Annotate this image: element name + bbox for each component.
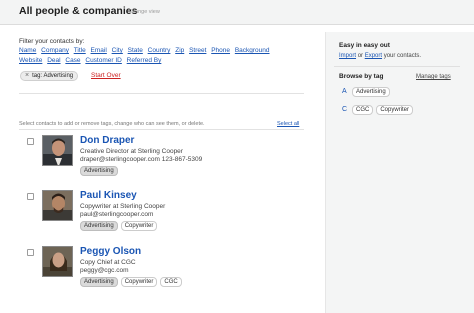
contact-details: paul@sterlingcooper.com [80, 211, 154, 218]
contact-details: peggy@cgc.com [80, 267, 129, 274]
tag-advertising[interactable]: Advertising [80, 277, 118, 287]
import-export-text: Import or Export your contacts. [339, 53, 421, 59]
filter-title[interactable]: Title [74, 47, 86, 54]
import-export-or: or [357, 53, 364, 59]
filter-deal[interactable]: Deal [47, 57, 60, 64]
page-title: All people & companies [19, 5, 138, 17]
divider [19, 129, 304, 130]
filter-country[interactable]: Country [148, 47, 171, 54]
active-filter-pill: × tag: Advertising [20, 71, 79, 81]
tag-letter-c[interactable]: C [342, 106, 347, 113]
filter-company[interactable]: Company [41, 47, 69, 54]
page-header: All people & companies Change view [0, 0, 474, 25]
contact-title: Copywriter at Sterling Cooper [80, 203, 166, 210]
start-over-link[interactable]: Start Over [91, 72, 121, 79]
tag-letter-a[interactable]: A [342, 88, 347, 95]
contact-tags: Advertising Copywriter [80, 221, 158, 231]
filter-case[interactable]: Case [65, 57, 80, 64]
filter-label: Filter your contacts by: [19, 38, 85, 45]
contact-title: Copy Chief at CGC [80, 259, 136, 266]
avatar[interactable] [42, 135, 73, 166]
filter-name[interactable]: Name [19, 47, 36, 54]
filter-phone[interactable]: Phone [211, 47, 230, 54]
selection-hint: Select contacts to add or remove tags, c… [19, 121, 205, 127]
import-export-heading: Easy in easy out [339, 42, 390, 49]
contact-checkbox[interactable] [27, 138, 34, 145]
filter-referred-by[interactable]: Referred By [127, 57, 162, 64]
tag-group-a: Advertising [352, 87, 390, 97]
tag-group-c: CGC Copywriter [352, 105, 414, 115]
change-view-link[interactable]: Change view [128, 9, 160, 15]
tag-copywriter[interactable]: Copywriter [120, 277, 158, 287]
divider [19, 93, 304, 94]
filter-city[interactable]: City [112, 47, 123, 54]
manage-tags-link[interactable]: Manage tags [416, 74, 451, 80]
divider [334, 66, 460, 67]
contact-name[interactable]: Don Draper [80, 135, 134, 146]
browse-by-tag-heading: Browse by tag [339, 73, 384, 80]
contact-tags: Advertising Copywriter CGC [80, 277, 182, 287]
filter-website[interactable]: Website [19, 57, 42, 64]
sidebar-tag-cgc[interactable]: CGC [352, 105, 374, 115]
contact-checkbox[interactable] [27, 249, 34, 256]
contact-tags: Advertising [80, 166, 118, 176]
filter-street[interactable]: Street [189, 47, 206, 54]
sidebar-tag-copywriter[interactable]: Copywriter [376, 105, 414, 115]
tag-cgc[interactable]: CGC [160, 277, 182, 287]
import-link[interactable]: Import [339, 53, 356, 59]
filter-zip[interactable]: Zip [175, 47, 184, 54]
filter-state[interactable]: State [128, 47, 143, 54]
contact-row: Don Draper Creative Director at Sterling… [27, 135, 302, 187]
tag-copywriter[interactable]: Copywriter [120, 221, 158, 231]
filter-customer-id[interactable]: Customer ID [85, 57, 121, 64]
tag-advertising[interactable]: Advertising [80, 166, 118, 176]
select-all-link[interactable]: Select all [277, 121, 299, 127]
contact-checkbox[interactable] [27, 193, 34, 200]
avatar[interactable] [42, 190, 73, 221]
sidebar-tag-advertising[interactable]: Advertising [352, 87, 390, 97]
contact-row: Paul Kinsey Copywriter at Sterling Coope… [27, 190, 302, 242]
filter-email[interactable]: Email [91, 47, 107, 54]
sidebar: Easy in easy out Import or Export your c… [325, 32, 474, 313]
filter-background[interactable]: Background [235, 47, 270, 54]
contact-name[interactable]: Peggy Olson [80, 246, 141, 257]
avatar[interactable] [42, 246, 73, 277]
export-link[interactable]: Export [365, 53, 382, 59]
active-filter-label: tag: Advertising [32, 73, 74, 79]
contact-title: Creative Director at Sterling Cooper [80, 148, 183, 155]
contact-row: Peggy Olson Copy Chief at CGC peggy@cgc.… [27, 246, 302, 298]
remove-filter-icon[interactable]: × [25, 72, 29, 80]
filter-fields: Name Company Title Email City State Coun… [19, 46, 287, 66]
contact-name[interactable]: Paul Kinsey [80, 190, 137, 201]
tag-advertising[interactable]: Advertising [80, 221, 118, 231]
import-export-suffix: your contacts. [383, 53, 422, 59]
contact-details: draper@sterlingcooper.com 123-867-5309 [80, 156, 203, 163]
